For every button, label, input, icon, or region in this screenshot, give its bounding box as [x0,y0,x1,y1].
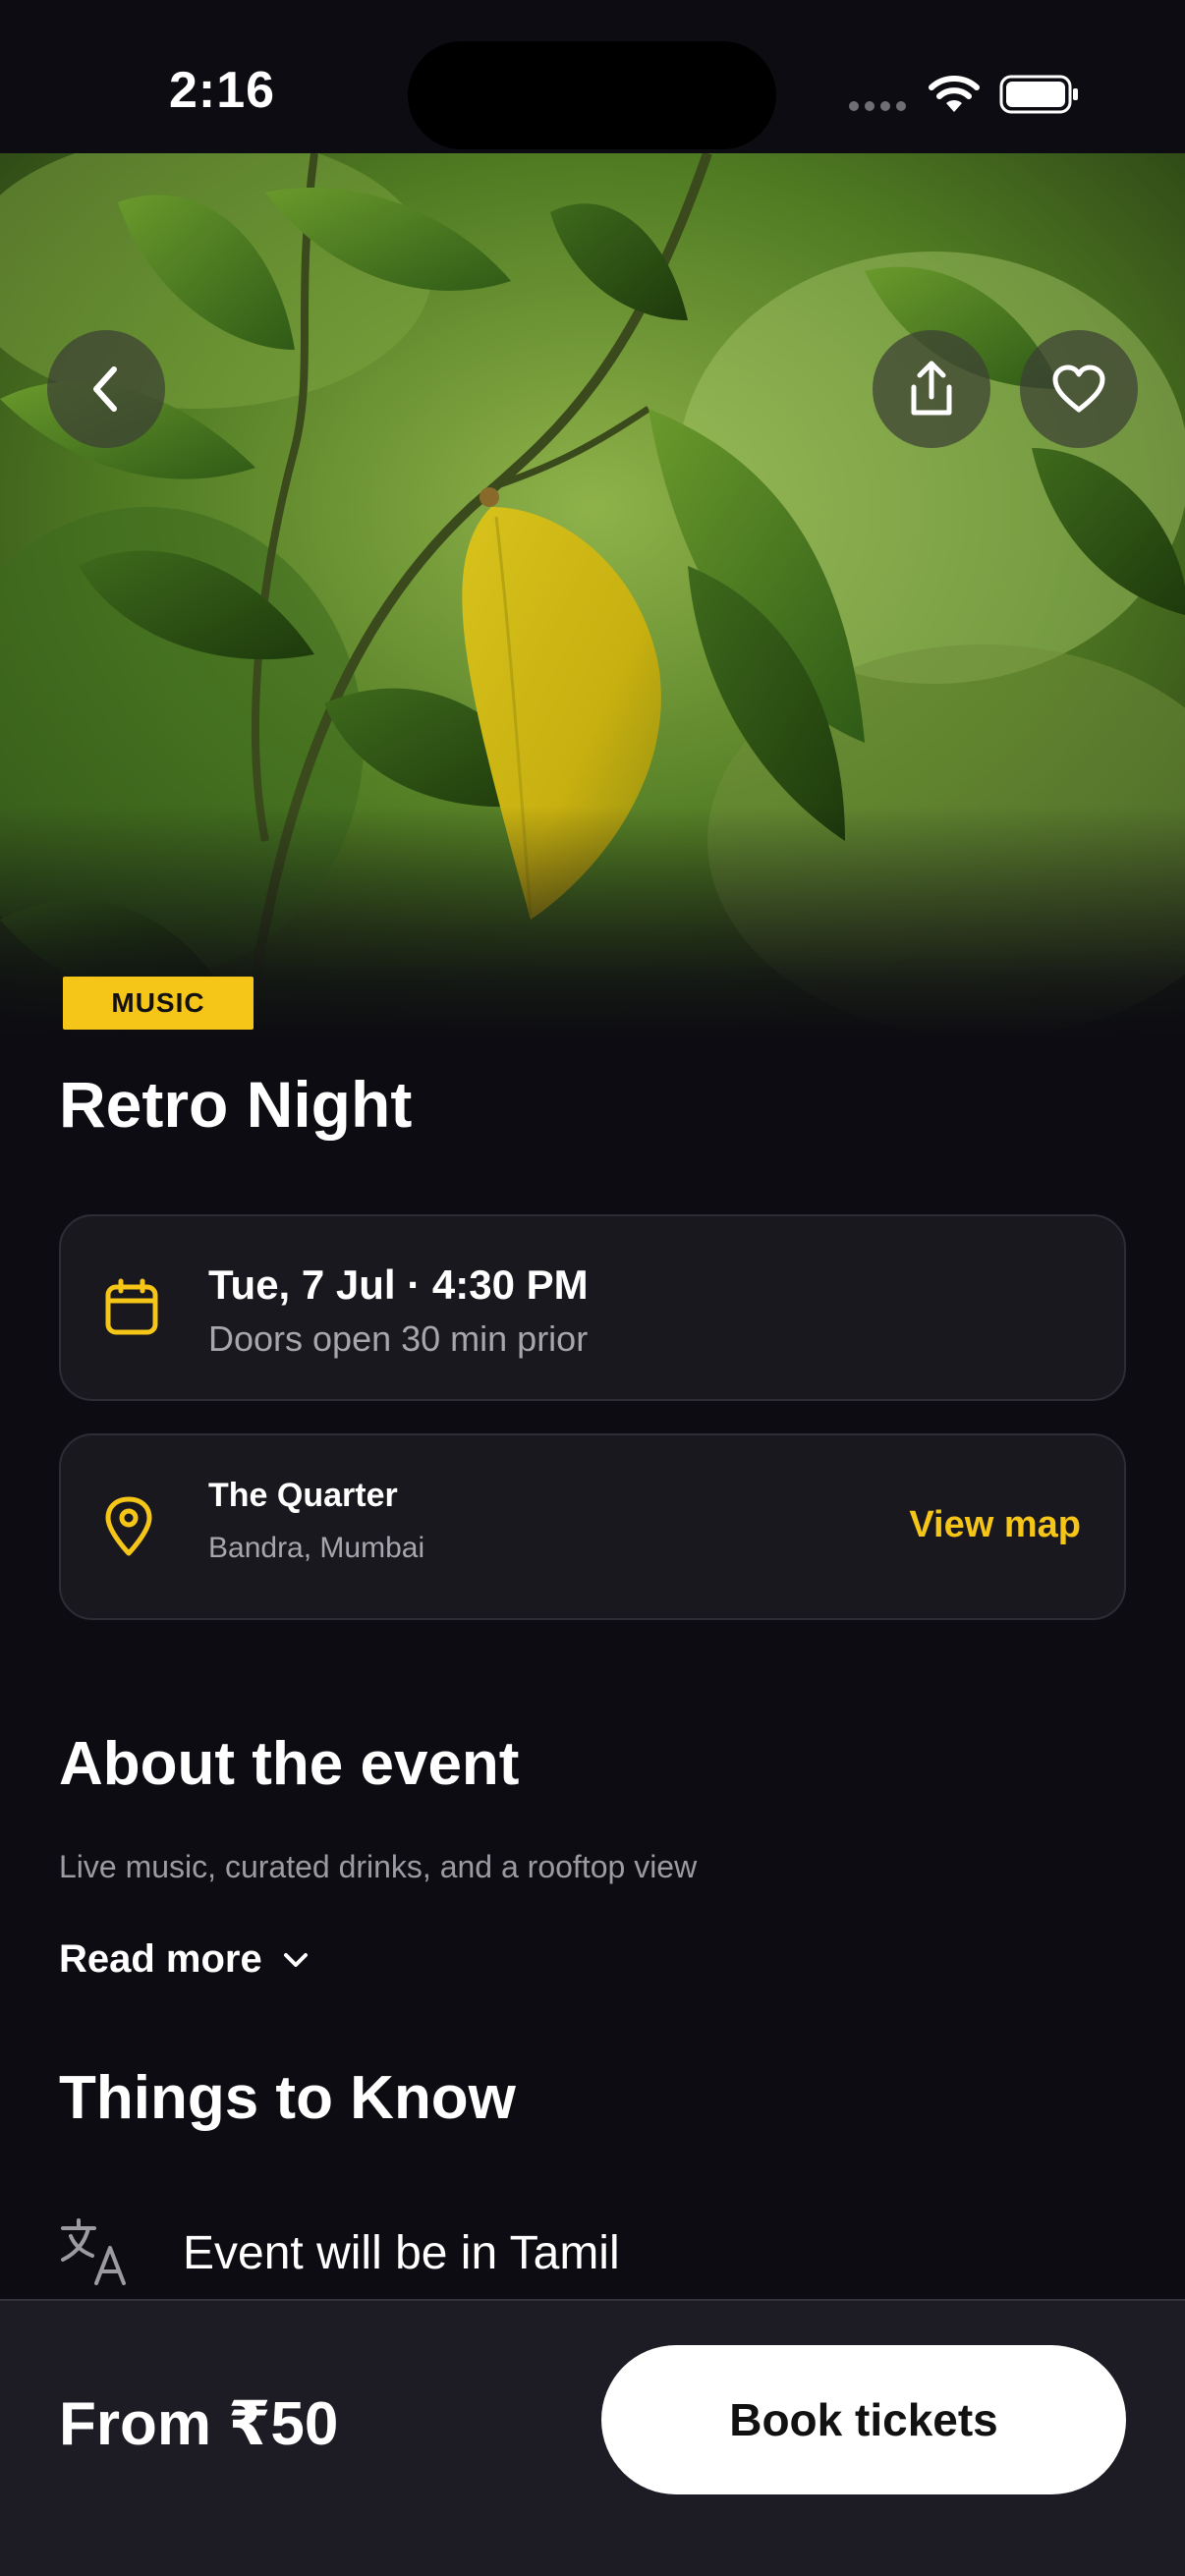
status-time: 2:16 [169,62,276,119]
read-more-button[interactable]: Read more [59,1937,310,1982]
things-to-know-heading: Things to Know [59,2064,516,2132]
status-bar: 2:16 [0,0,1185,153]
share-icon [911,361,952,416]
date-card: Tue, 7 Jul · 4:30 PM Doors open 30 min p… [59,1214,1126,1401]
calendar-icon [105,1278,158,1335]
translate-icon [61,2218,126,2285]
venue-area: Bandra, Mumbai [208,1532,425,1564]
cellular-signal-icon [849,101,906,111]
wifi-icon [929,76,980,112]
about-summary: Live music, curated drinks, and a roofto… [59,1849,698,1884]
doors-open-note: Doors open 30 min prior [208,1318,589,1359]
favorite-button[interactable] [1020,330,1138,448]
about-heading: About the event [59,1730,520,1798]
share-button[interactable] [873,330,990,448]
dynamic-island [408,41,776,149]
venue-card: The Quarter Bandra, Mumbai View map [59,1433,1126,1620]
book-tickets-button[interactable]: Book tickets [601,2345,1126,2494]
event-title: Retro Night [59,1068,413,1141]
view-map-link[interactable]: View map [909,1504,1081,1546]
event-date-time: Tue, 7 Jul · 4:30 PM [208,1261,589,1308]
chevron-left-icon [93,366,117,412]
chevron-down-icon [283,1952,308,1967]
event-hero-image [0,153,1185,1041]
things-to-know-item: Event will be in Tamil [59,2218,620,2285]
back-button[interactable] [47,330,165,448]
booking-footer: From ₹50 Book tickets [0,2299,1185,2576]
venue-name: The Quarter [208,1477,398,1514]
things-to-know-text: Event will be in Tamil [183,2227,620,2279]
price-label: From ₹50 [59,2390,339,2458]
read-more-label: Read more [59,1937,262,1981]
battery-icon [999,75,1078,114]
category-badge: MUSIC [63,977,254,1030]
heart-icon [1052,364,1105,413]
location-pin-icon [105,1496,152,1556]
